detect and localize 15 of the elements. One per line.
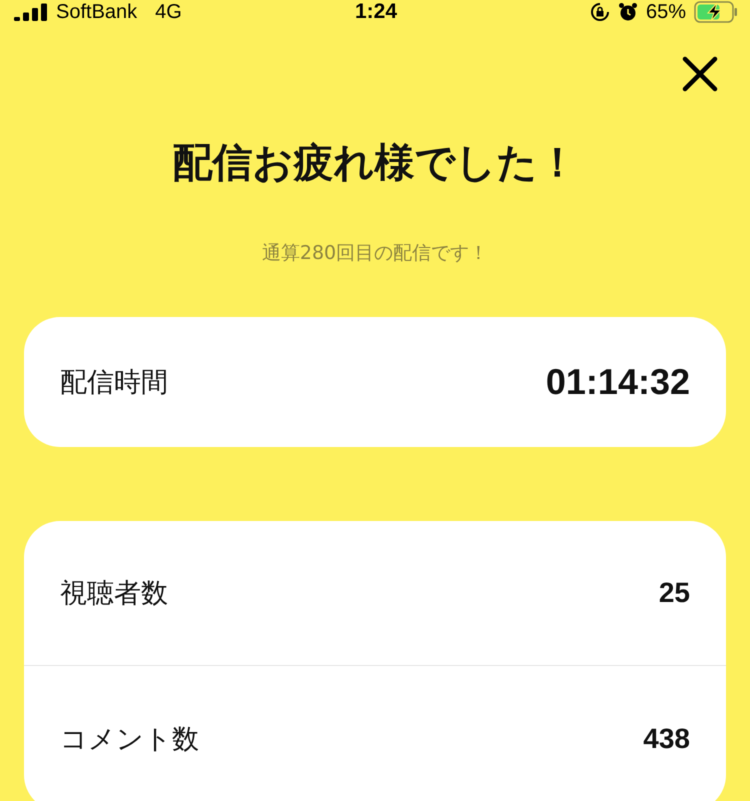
signal-icon (14, 3, 48, 21)
network-type: 4G (155, 0, 182, 24)
stream-count-text: 通算280回目の配信です！ (262, 241, 488, 266)
carrier-name: SoftBank (56, 0, 138, 24)
battery-percent: 65% (646, 0, 686, 24)
stat-value: 438 (643, 722, 690, 754)
rotation-lock-icon (590, 2, 610, 22)
stat-label: 視聴者数 (60, 577, 168, 611)
duration-label: 配信時間 (60, 366, 168, 400)
duration-value: 01:14:32 (546, 361, 690, 403)
stat-label: コメント数 (60, 722, 199, 756)
page-title: 配信お疲れ様でした！ (172, 139, 578, 188)
clock-time: 1:24 (354, 0, 398, 24)
stat-value: 25 (658, 577, 690, 609)
close-button[interactable] (680, 54, 720, 94)
